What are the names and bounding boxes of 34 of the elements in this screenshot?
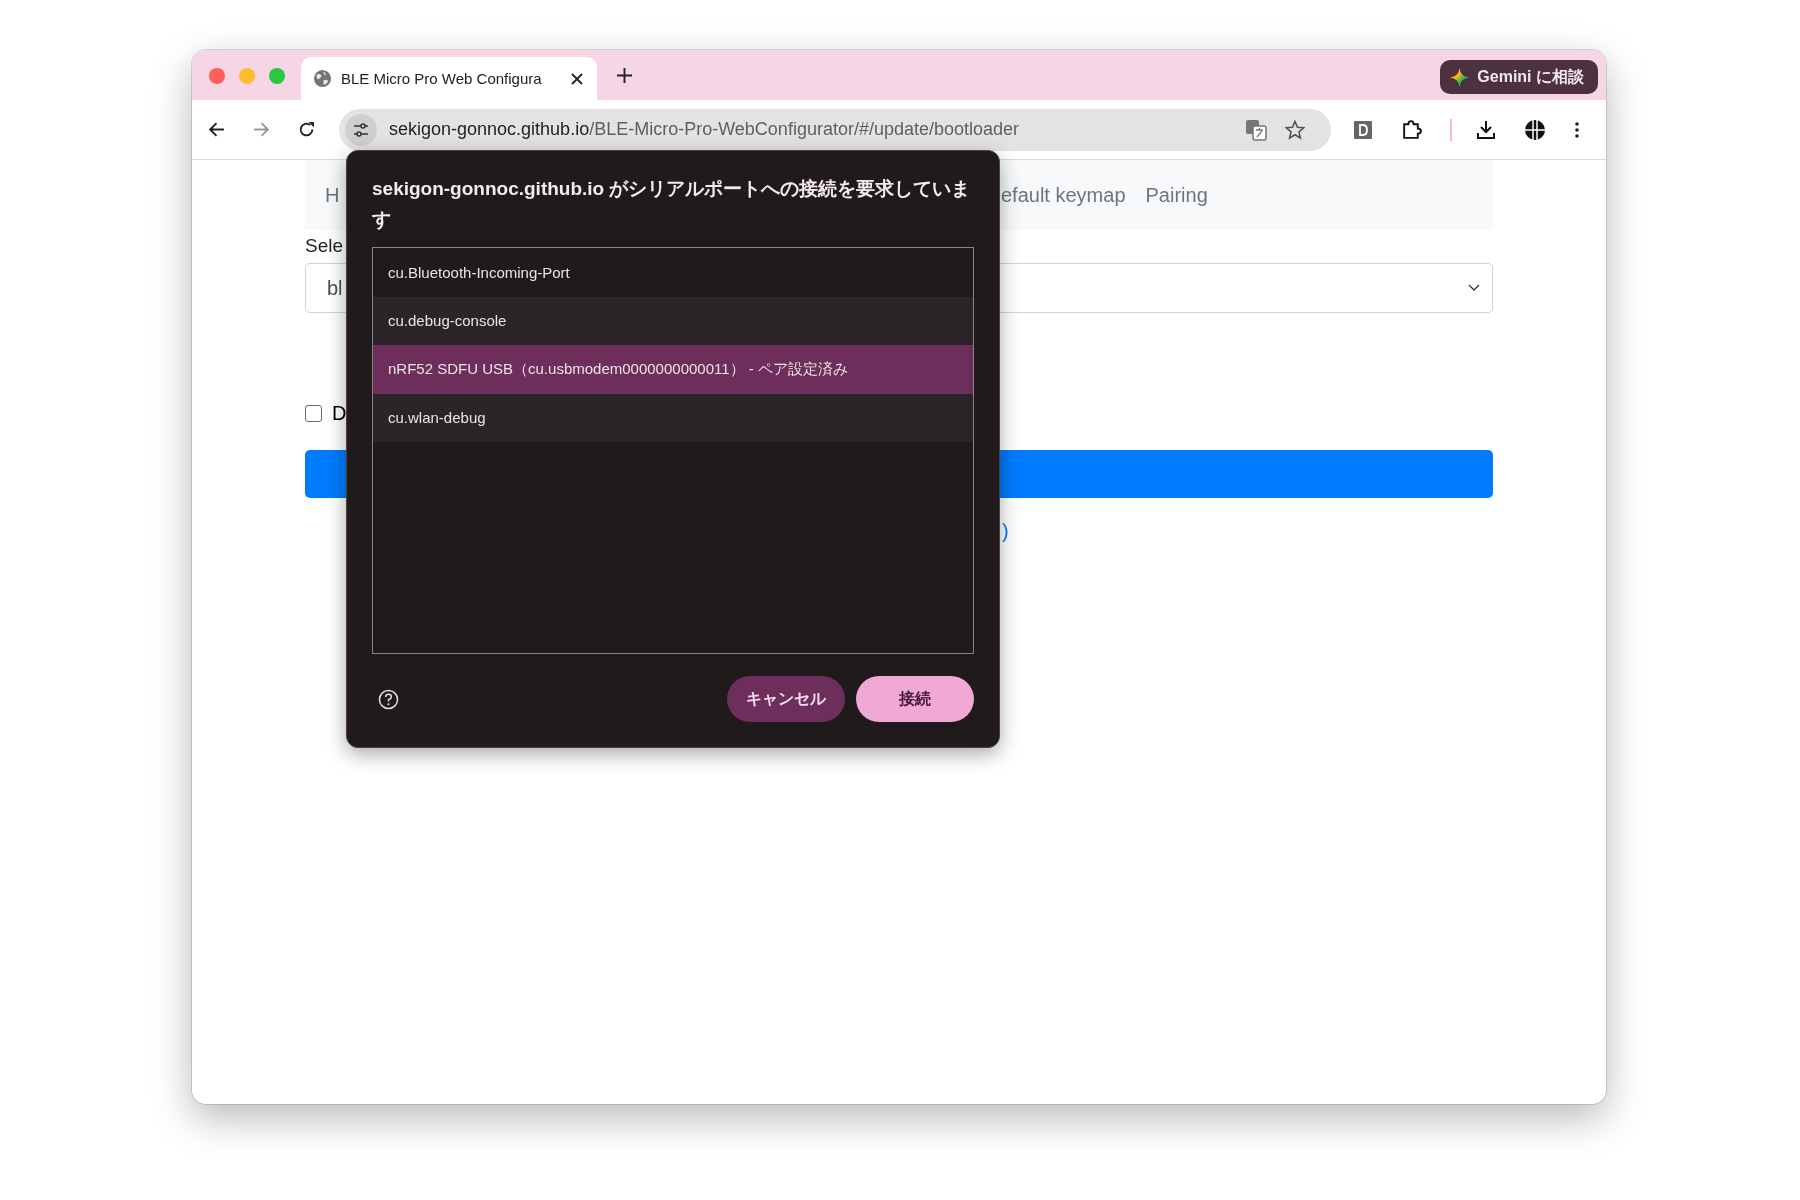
sparkle-icon [1450,67,1470,87]
select-label: Sele [305,235,345,258]
port-item[interactable]: cu.Bluetooth-Incoming-Port [373,248,973,297]
globe-icon [313,69,332,88]
site-settings-icon[interactable] [353,121,369,138]
download-icon[interactable] [1476,119,1496,140]
dialog-title: sekigon-gonnoc.github.io がシリアルポートへの接続を要求しています [372,177,972,232]
link[interactable]: ) [1002,520,1009,542]
checkbox-label: D [332,401,347,425]
cancel-button[interactable]: キャンセル [727,676,845,722]
browser-tab[interactable]: BLE Micro Pro Web Configura [301,57,597,100]
gemini-button[interactable]: Gemini に相談 [1440,60,1598,94]
port-item[interactable]: cu.wlan-debug [373,393,973,442]
extension-icon[interactable] [1353,119,1373,140]
menu-icon[interactable] [1574,120,1580,139]
star-icon[interactable] [1285,119,1305,140]
help-icon[interactable] [378,688,399,710]
port-item[interactable]: nRF52 SDFU USB（cu.usbmodem0000000000011） - ペア設定済み [373,345,973,394]
chevron-down-icon [1468,284,1480,292]
forward-icon[interactable] [253,121,270,138]
address-bar[interactable]: sekigon-gonnoc.github.io/BLE-Micro-Pro-WebConfigurator/#/update/bootloader [339,108,1331,151]
profile-icon[interactable] [1524,118,1546,141]
nav-link[interactable]: Pairing [1145,183,1208,207]
puzzle-icon[interactable] [1401,119,1422,140]
reload-icon[interactable] [298,121,315,138]
nav-link[interactable]: efault keymap [1001,183,1126,207]
close-tab-icon[interactable] [571,72,583,85]
tab-title: BLE Micro Pro Web Configura [341,70,543,87]
connect-button[interactable]: 接続 [856,676,974,722]
checkbox[interactable] [305,404,322,422]
url-text: sekigon-gonnoc.github.io/BLE-Micro-Pro-WebConfigurator/#/update/bootloader [389,119,1020,140]
port-item[interactable]: cu.debug-console [373,296,973,345]
back-icon[interactable] [208,121,225,138]
new-tab-icon[interactable] [617,67,632,83]
